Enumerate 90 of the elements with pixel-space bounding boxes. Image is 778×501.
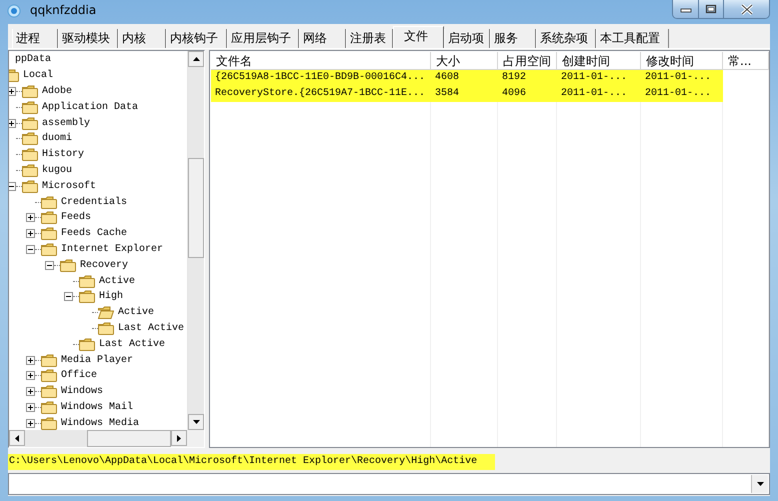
- down-arrow-icon: [192, 420, 200, 424]
- window-title: qqknfzddia: [30, 3, 96, 17]
- table-cell: 3584: [431, 86, 498, 102]
- scroll-thumb[interactable]: [87, 430, 171, 447]
- left-arrow-icon: [15, 434, 19, 442]
- tree-item[interactable]: High: [99, 290, 124, 304]
- close-icon: [740, 4, 754, 14]
- tab[interactable]: 注册表: [346, 29, 393, 48]
- collapse-icon[interactable]: [45, 260, 54, 270]
- table-cell: 2011-01-...: [641, 86, 723, 102]
- expand-icon[interactable]: [26, 213, 35, 222]
- column-header[interactable]: 常...: [723, 52, 769, 70]
- scroll-up-button[interactable]: [188, 51, 204, 67]
- path-dropdown[interactable]: [8, 473, 770, 495]
- right-arrow-icon: [177, 434, 181, 442]
- scroll-right-button[interactable]: [171, 430, 187, 446]
- tree-item[interactable]: Active: [118, 306, 154, 320]
- dropdown-button[interactable]: [751, 475, 768, 493]
- tree-item[interactable]: History: [42, 148, 84, 162]
- tab[interactable]: 服务: [490, 29, 536, 48]
- app-icon: [6, 3, 22, 19]
- table-cell: 2011-01-...: [557, 86, 641, 102]
- path-text: C:\Users\Lenovo\AppData\Local\Microsoft\Internet Explorer\Recovery\High\Active: [8, 454, 495, 470]
- folder-tree[interactable]: [8, 50, 205, 448]
- maximize-button[interactable]: [699, 0, 724, 18]
- collapse-icon[interactable]: [9, 182, 16, 191]
- collapse-icon[interactable]: [26, 244, 35, 254]
- tree-item[interactable]: Windows Mail: [61, 400, 134, 414]
- tree-item[interactable]: Internet Explorer: [61, 242, 164, 256]
- scroll-thumb[interactable]: [188, 158, 204, 258]
- expand-icon[interactable]: [26, 229, 35, 238]
- expand-icon[interactable]: [26, 371, 35, 380]
- expand-icon[interactable]: [26, 387, 35, 396]
- tab[interactable]: 系统杂项: [536, 29, 596, 48]
- tab[interactable]: 应用层钩子: [227, 29, 299, 48]
- scroll-down-button[interactable]: [188, 414, 204, 430]
- tab[interactable]: 内核钩子: [166, 29, 227, 48]
- tab[interactable]: 文件: [393, 26, 444, 48]
- tree-item[interactable]: Office: [61, 369, 98, 382]
- collapse-icon[interactable]: [64, 292, 73, 302]
- expand-icon[interactable]: [9, 86, 16, 96]
- tree-item[interactable]: Last Active: [118, 322, 184, 335]
- vertical-scrollbar[interactable]: [187, 51, 204, 430]
- expand-icon[interactable]: [26, 356, 35, 365]
- tree-item[interactable]: ppData: [15, 53, 52, 66]
- up-arrow-icon: [192, 57, 200, 61]
- tree-item[interactable]: assembly: [42, 116, 90, 130]
- column-header[interactable]: 文件名: [211, 52, 431, 70]
- tab[interactable]: 内核: [118, 29, 166, 48]
- table-cell: {26C519A8-1BCC-11E0-BD9B-00016C4...: [211, 70, 431, 86]
- tree-item[interactable]: Windows: [61, 385, 104, 398]
- tree-item[interactable]: Windows Media: [61, 416, 140, 430]
- maximize-icon: [705, 4, 717, 14]
- tab[interactable]: 驱动模块: [58, 29, 118, 48]
- tree-item[interactable]: Feeds Cache: [61, 227, 128, 240]
- tab[interactable]: 启动项: [444, 29, 490, 48]
- tree-item[interactable]: Application Data: [42, 100, 138, 114]
- tree-item[interactable]: Recovery: [80, 258, 128, 272]
- table-cell: 8192: [498, 70, 557, 86]
- table-cell: 4096: [498, 86, 557, 102]
- expand-icon[interactable]: [26, 418, 35, 428]
- expand-icon[interactable]: [9, 118, 16, 128]
- tree-item[interactable]: Microsoft: [42, 180, 96, 193]
- minimize-button[interactable]: [673, 0, 699, 18]
- scroll-left-button[interactable]: [9, 430, 25, 446]
- tree-item[interactable]: Active: [99, 274, 136, 288]
- tree-item[interactable]: Local: [23, 69, 54, 82]
- expand-icon[interactable]: [26, 402, 35, 412]
- column-header[interactable]: 大小: [431, 52, 498, 70]
- table-cell: RecoveryStore.{26C519A7-1BCC-11E...: [211, 86, 431, 102]
- column-header[interactable]: 占用空间: [498, 52, 557, 70]
- caret-icon: [756, 482, 764, 486]
- tree-item[interactable]: Credentials: [61, 196, 128, 209]
- tree-item[interactable]: duomi: [42, 132, 72, 146]
- tab[interactable]: 进程: [12, 29, 58, 48]
- tree-item[interactable]: Feeds: [61, 211, 92, 224]
- table-cell: 2011-01-...: [557, 70, 641, 86]
- tree-item[interactable]: Media Player: [61, 354, 134, 367]
- column-header[interactable]: 修改时间: [641, 52, 723, 70]
- tab[interactable]: 本工具配置: [596, 29, 669, 48]
- close-button[interactable]: [724, 0, 769, 18]
- table-cell: 4608: [431, 70, 498, 86]
- tab[interactable]: 网络: [299, 29, 346, 48]
- tree-item[interactable]: Last Active: [99, 338, 166, 351]
- horizontal-scrollbar[interactable]: [9, 430, 187, 447]
- table-cell: 2011-01-...: [641, 70, 723, 86]
- column-header[interactable]: 创建时间: [557, 52, 641, 70]
- tree-item[interactable]: kugou: [42, 164, 72, 177]
- scrollbar-corner: [187, 430, 204, 447]
- tree-item[interactable]: Adobe: [42, 84, 72, 98]
